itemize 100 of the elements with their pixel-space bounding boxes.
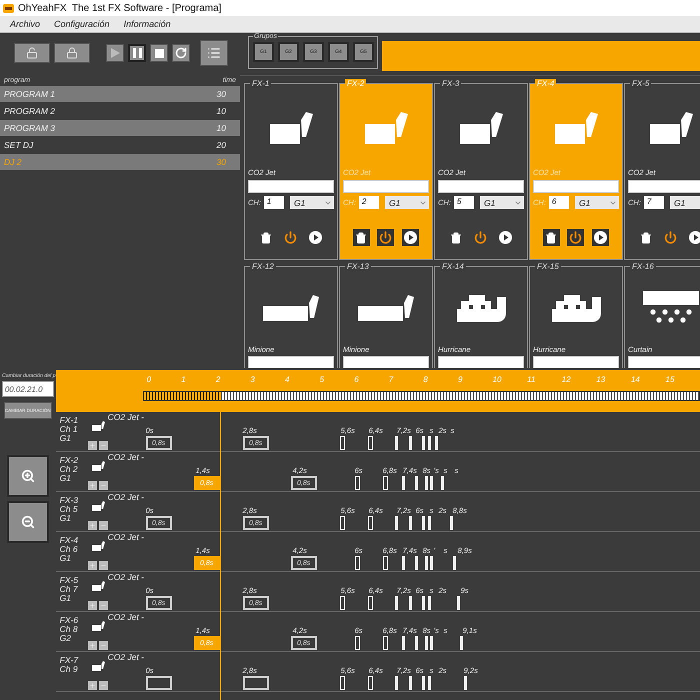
playhead-line[interactable] — [220, 412, 222, 700]
play-button[interactable] — [402, 229, 420, 246]
event-marker[interactable] — [368, 436, 373, 450]
channel-input-field[interactable]: 1 — [264, 196, 284, 209]
remove-button[interactable] — [98, 641, 108, 650]
program-row[interactable]: PROGRAM 3 10 — [0, 120, 240, 136]
add-button[interactable] — [88, 681, 97, 690]
event-marker[interactable] — [382, 556, 388, 570]
power-button[interactable] — [567, 229, 584, 246]
event-marker[interactable] — [394, 516, 398, 530]
event-marker[interactable] — [440, 476, 444, 490]
event-marker[interactable] — [394, 676, 398, 690]
event-marker[interactable] — [424, 476, 428, 490]
event-marker[interactable] — [428, 676, 431, 690]
name-input-field[interactable] — [533, 180, 619, 193]
event-marker[interactable] — [408, 516, 412, 530]
event-marker[interactable] — [450, 516, 453, 530]
remove-button[interactable] — [98, 441, 108, 450]
stop-button[interactable] — [150, 44, 168, 62]
menu-item[interactable]: Archivo — [10, 19, 40, 29]
group-select[interactable]: G1 — [290, 196, 334, 209]
add-button[interactable] — [88, 521, 97, 530]
play-button[interactable] — [497, 229, 514, 246]
event-marker[interactable] — [354, 476, 360, 490]
event-marker[interactable] — [382, 476, 388, 490]
zoom-in-button[interactable] — [6, 455, 49, 497]
name-input-field[interactable] — [248, 180, 334, 193]
event-marker[interactable] — [424, 636, 428, 650]
remove-button[interactable] — [98, 601, 108, 610]
event-marker[interactable] — [414, 636, 418, 650]
event-marker[interactable] — [414, 476, 418, 490]
event-marker[interactable] — [382, 636, 388, 650]
event-marker[interactable] — [402, 636, 405, 650]
event-marker[interactable] — [422, 676, 425, 690]
channel-input-field[interactable]: 5 — [454, 196, 474, 209]
event-marker[interactable] — [428, 596, 431, 610]
name-input-field[interactable] — [628, 356, 700, 368]
menu-item[interactable]: Información — [124, 19, 171, 29]
remove-button[interactable] — [98, 681, 108, 690]
event-marker[interactable] — [368, 676, 373, 690]
play-button[interactable] — [307, 229, 324, 246]
name-input-field[interactable] — [343, 356, 429, 368]
name-input-field[interactable] — [438, 356, 524, 368]
event-marker[interactable] — [422, 596, 425, 610]
event-marker[interactable] — [414, 556, 418, 570]
event-marker[interactable] — [434, 436, 438, 450]
play-button[interactable] — [592, 229, 610, 246]
event-marker[interactable] — [402, 556, 405, 570]
event-block[interactable] — [242, 676, 269, 690]
reload-button[interactable] — [172, 44, 190, 62]
add-button[interactable] — [88, 641, 97, 650]
event-marker[interactable] — [368, 516, 373, 530]
delete-button[interactable] — [352, 229, 370, 246]
channel-input-field[interactable]: 7 — [644, 196, 664, 209]
group-select[interactable]: G1 — [670, 196, 700, 209]
event-marker[interactable] — [422, 436, 425, 450]
channel-input-field[interactable]: 2 — [358, 196, 379, 209]
name-input-field[interactable] — [533, 356, 619, 368]
event-marker[interactable] — [354, 556, 360, 570]
event-marker[interactable] — [464, 676, 467, 690]
event-marker[interactable] — [408, 436, 412, 450]
remove-button[interactable] — [98, 561, 108, 570]
event-marker[interactable] — [460, 636, 463, 650]
name-input-field[interactable] — [248, 356, 334, 368]
event-marker[interactable] — [340, 516, 345, 530]
pause-button[interactable] — [128, 44, 146, 62]
event-marker[interactable] — [430, 636, 433, 650]
channel-input-field[interactable]: 6 — [548, 196, 569, 209]
name-input-field[interactable] — [628, 180, 700, 193]
name-input-field[interactable] — [343, 180, 429, 193]
event-marker[interactable] — [402, 476, 405, 490]
program-row[interactable]: PROGRAM 1 30 — [0, 86, 240, 102]
timeline-ruler[interactable] — [142, 391, 700, 401]
group-select[interactable]: G1 — [480, 196, 524, 209]
event-marker[interactable] — [394, 596, 398, 610]
event-marker[interactable] — [430, 556, 433, 570]
add-button[interactable] — [88, 561, 97, 570]
event-marker[interactable] — [368, 596, 373, 610]
add-button[interactable] — [88, 601, 97, 610]
event-marker[interactable] — [428, 436, 431, 450]
remove-button[interactable] — [98, 481, 108, 490]
event-marker[interactable] — [428, 516, 431, 530]
unlock-button[interactable] — [14, 43, 50, 63]
event-marker[interactable] — [408, 596, 412, 610]
remove-button[interactable] — [98, 521, 108, 530]
event-marker[interactable] — [340, 676, 345, 690]
group-select[interactable]: G1 — [385, 196, 429, 209]
group-select[interactable]: G1 — [575, 196, 619, 209]
duration-input-field[interactable]: 00.02.21.0 — [2, 381, 54, 397]
event-marker[interactable] — [340, 596, 345, 610]
play-button[interactable] — [687, 229, 700, 246]
lock-button[interactable] — [54, 43, 90, 63]
menu-item[interactable]: Configuración — [54, 19, 110, 29]
event-block[interactable] — [146, 676, 172, 690]
event-marker[interactable] — [408, 676, 412, 690]
zoom-out-button[interactable] — [6, 501, 49, 543]
event-marker[interactable] — [456, 596, 460, 610]
delete-button[interactable] — [542, 229, 560, 246]
power-button[interactable] — [377, 229, 394, 246]
name-input-field[interactable] — [438, 180, 524, 193]
